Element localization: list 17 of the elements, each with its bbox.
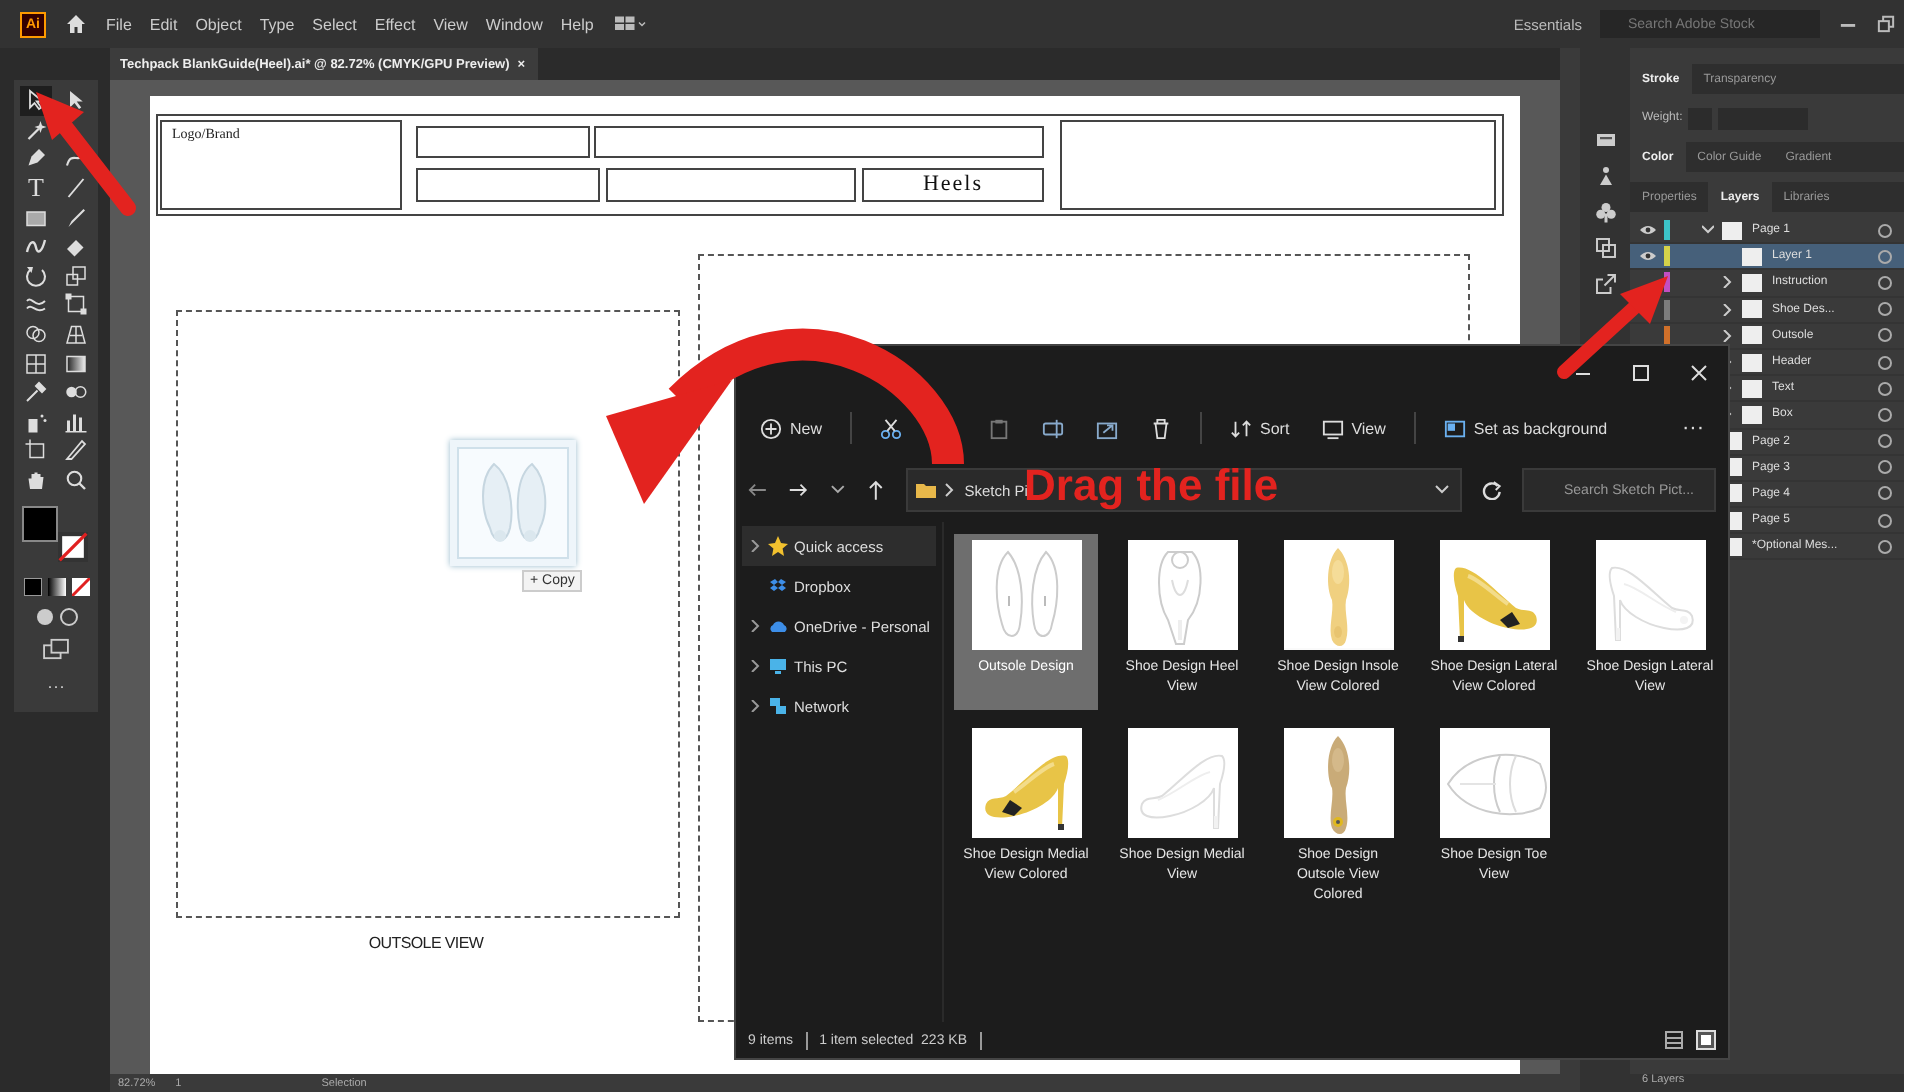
- more-tools-button[interactable]: ···: [47, 676, 65, 697]
- menu-item[interactable]: Help: [560, 15, 594, 33]
- menu-item[interactable]: Object: [195, 15, 242, 33]
- new-button[interactable]: New: [756, 413, 827, 443]
- menu-item[interactable]: Select: [312, 15, 357, 33]
- menu-item[interactable]: Type: [259, 15, 295, 33]
- view-button[interactable]: View: [1317, 413, 1390, 443]
- type-tool[interactable]: T: [20, 173, 52, 203]
- view-caption: OUTSOLE VIEW: [366, 934, 486, 952]
- title-text: Heels: [920, 172, 986, 196]
- set-background-button[interactable]: Set as background: [1439, 413, 1612, 443]
- menu-item[interactable]: File: [106, 15, 132, 33]
- menu-item[interactable]: View: [433, 15, 468, 33]
- sort-button[interactable]: Sort: [1226, 413, 1294, 443]
- menu-item[interactable]: Window: [485, 15, 543, 33]
- menu-item[interactable]: Effect: [374, 15, 416, 33]
- menu-item[interactable]: Edit: [149, 15, 178, 33]
